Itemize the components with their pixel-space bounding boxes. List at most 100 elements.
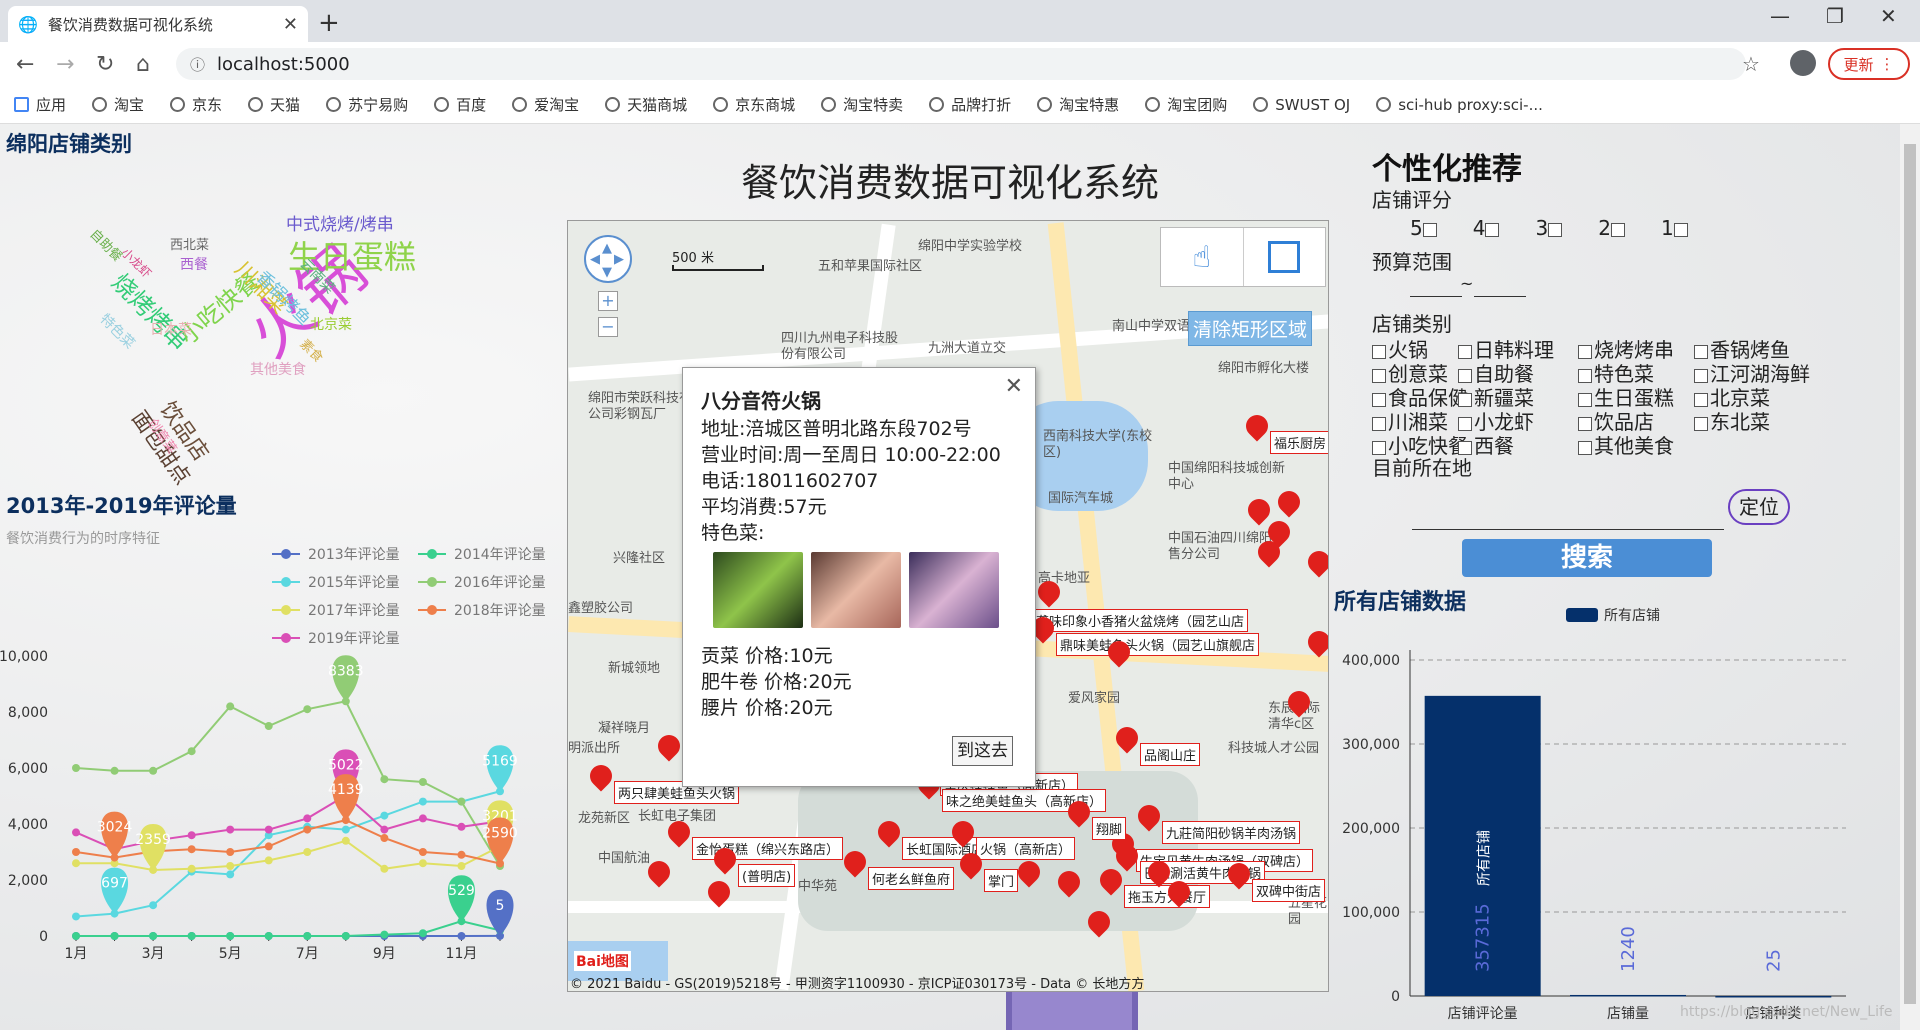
map-marker-icon[interactable] <box>1108 641 1130 667</box>
reload-icon[interactable]: ↻ <box>96 52 114 77</box>
close-icon[interactable]: ✕ <box>283 14 298 35</box>
checkbox[interactable] <box>1422 222 1437 237</box>
bookmark-item[interactable]: 爱淘宝 <box>512 94 579 115</box>
map-marker-icon[interactable] <box>708 881 730 907</box>
shop-label[interactable]: 何老幺鲜鱼府 <box>868 867 955 890</box>
bookmark-item[interactable]: 品牌打折 <box>929 94 1011 115</box>
map-marker-icon[interactable] <box>668 821 690 847</box>
map-marker-icon[interactable] <box>1058 871 1080 897</box>
star-icon[interactable]: ☆ <box>1742 52 1760 76</box>
map-marker-icon[interactable] <box>960 853 982 879</box>
minimize-icon[interactable]: — <box>1770 4 1790 28</box>
bookmark-item[interactable]: 淘宝团购 <box>1145 94 1227 115</box>
map-marker-icon[interactable] <box>878 821 900 847</box>
bookmark-item[interactable]: sci-hub proxy:sci-... <box>1376 96 1543 114</box>
new-tab-icon[interactable]: + <box>318 8 340 38</box>
checkbox[interactable] <box>1694 416 1708 431</box>
shop-label[interactable]: 九莊简阳砂锅羊肉汤锅 <box>1162 821 1301 844</box>
scrollbar-thumb[interactable] <box>1904 144 1916 1004</box>
checkbox[interactable] <box>1578 440 1592 455</box>
shop-label[interactable]: 福乐厨房 <box>1270 431 1328 454</box>
close-icon[interactable]: ✕ <box>1005 374 1023 400</box>
checkbox[interactable] <box>1548 222 1563 237</box>
pan-left-icon[interactable]: ◀ <box>590 252 600 267</box>
rating-option[interactable]: 1 <box>1661 216 1690 240</box>
map-marker-icon[interactable] <box>1248 499 1270 525</box>
location-input[interactable] <box>1412 529 1724 530</box>
checkbox[interactable] <box>1694 368 1708 383</box>
maximize-icon[interactable]: ❐ <box>1826 4 1844 28</box>
map-marker-icon[interactable] <box>1018 861 1040 887</box>
shop-label[interactable]: 鼎味美蛙鱼头火锅（园艺山旗舰店 <box>1056 633 1260 656</box>
shop-label[interactable]: (普明店) <box>738 864 796 887</box>
checkbox[interactable] <box>1458 368 1472 383</box>
checkbox[interactable] <box>1372 368 1386 383</box>
bookmark-item[interactable]: 苏宁易购 <box>326 94 408 115</box>
map-marker-icon[interactable] <box>648 861 670 887</box>
checkbox[interactable] <box>1372 344 1386 359</box>
bookmark-item[interactable]: 天猫商城 <box>605 94 687 115</box>
bookmark-item[interactable]: 淘宝特卖 <box>821 94 903 115</box>
map-marker-icon[interactable] <box>1278 491 1300 517</box>
rating-option[interactable]: 5 <box>1410 216 1439 240</box>
map-marker-icon[interactable] <box>714 848 736 874</box>
timeline-slider[interactable] <box>1006 992 1138 1030</box>
checkbox[interactable] <box>1485 222 1500 237</box>
checkbox[interactable] <box>1673 222 1688 237</box>
pan-right-icon[interactable]: ▶ <box>614 252 624 267</box>
map-marker-icon[interactable] <box>952 821 974 847</box>
bookmark-item[interactable]: 京东商城 <box>713 94 795 115</box>
bookmark-item[interactable]: 天猫 <box>248 94 300 115</box>
map-marker-icon[interactable] <box>1288 691 1310 717</box>
pan-down-icon[interactable]: ▼ <box>602 265 612 280</box>
profile-avatar[interactable] <box>1790 50 1816 76</box>
map-marker-icon[interactable] <box>1168 881 1190 907</box>
checkbox[interactable] <box>1694 392 1708 407</box>
clear-rectangle-button[interactable]: 清除矩形区域 <box>1188 311 1313 346</box>
checkbox[interactable] <box>1458 392 1472 407</box>
checkbox[interactable] <box>1578 368 1592 383</box>
zoom-out-button[interactable]: − <box>598 317 618 337</box>
checkbox[interactable] <box>1694 344 1708 359</box>
map-marker-icon[interactable] <box>1068 801 1090 827</box>
checkbox[interactable] <box>1578 416 1592 431</box>
rectangle-icon[interactable] <box>1242 228 1326 286</box>
checkbox[interactable] <box>1578 392 1592 407</box>
map-marker-icon[interactable] <box>1116 727 1138 753</box>
rating-option[interactable]: 4 <box>1473 216 1502 240</box>
forward-icon[interactable]: → <box>56 52 74 77</box>
map-marker-icon[interactable] <box>1228 863 1250 889</box>
bookmark-item[interactable]: 淘宝特惠 <box>1037 94 1119 115</box>
hand-pointer-icon[interactable]: ☝ <box>1161 228 1243 286</box>
map-pan-control[interactable]: ▲ ▼ ◀ ▶ <box>584 235 632 283</box>
zoom-in-button[interactable]: + <box>598 291 618 311</box>
back-icon[interactable]: ← <box>16 52 34 77</box>
checkbox[interactable] <box>1372 416 1386 431</box>
checkbox[interactable] <box>1578 344 1592 359</box>
bookmark-item[interactable]: 淘宝 <box>92 94 144 115</box>
checkbox[interactable] <box>1458 416 1472 431</box>
shop-label[interactable]: 品阁山庄 <box>1140 743 1201 766</box>
map-marker-icon[interactable] <box>844 851 866 877</box>
map-marker-icon[interactable] <box>658 735 680 761</box>
address-bar[interactable]: ⓘ localhost:5000 <box>176 48 1746 80</box>
category-option[interactable]: 其他美食 <box>1578 430 1694 459</box>
bookmark-item[interactable]: 百度 <box>434 94 486 115</box>
shop-label[interactable]: 龚味印象小香猪火盆烧烤（园艺山店 <box>1032 609 1249 632</box>
go-here-button[interactable]: 到这去 <box>952 736 1013 766</box>
baidu-map[interactable]: 五和苹果国际社区 绵阳中学实验学校 四川九州电子科技股份有限公司 九洲大道立交 南山中学… <box>567 220 1329 992</box>
shop-label[interactable]: 掌门 <box>984 869 1019 892</box>
category-option[interactable]: 西餐 <box>1458 430 1578 459</box>
map-marker-icon[interactable] <box>1138 805 1160 831</box>
locate-button[interactable]: 定位 <box>1728 489 1790 525</box>
budget-max-input[interactable] <box>1474 296 1526 297</box>
map-marker-icon[interactable] <box>1088 911 1110 937</box>
shop-label[interactable]: 翔脚 <box>1092 817 1127 840</box>
shop-label[interactable]: 双碑中街店 <box>1252 879 1326 902</box>
bookmark-item[interactable]: 应用 <box>14 94 66 115</box>
checkbox[interactable] <box>1610 222 1625 237</box>
home-icon[interactable]: ⌂ <box>136 52 150 77</box>
bookmark-item[interactable]: 京东 <box>170 94 222 115</box>
map-marker-icon[interactable] <box>1100 869 1122 895</box>
rating-option[interactable]: 2 <box>1598 216 1627 240</box>
